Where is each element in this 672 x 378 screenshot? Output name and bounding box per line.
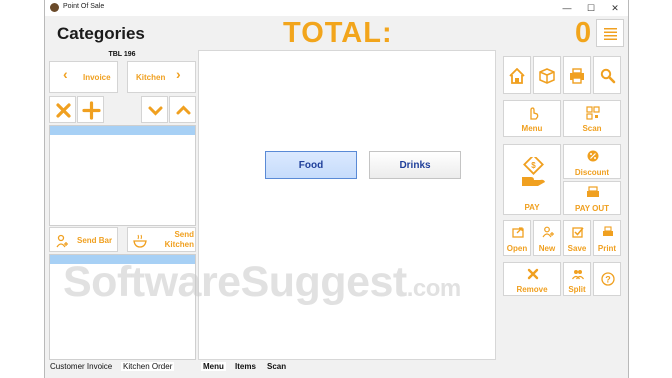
chevron-left-icon: ‹ (63, 66, 68, 82)
delete-item-button[interactable] (49, 96, 76, 123)
invoice-label: Invoice (83, 73, 111, 82)
pay-button[interactable]: $ PAY (503, 144, 561, 215)
app-icon (50, 3, 59, 12)
title-bar: Point Of Sale — ☐ ✕ (45, 0, 628, 17)
discount-percent-icon (587, 150, 599, 162)
print-button[interactable]: Print (593, 220, 621, 256)
scan-label: Scan (582, 124, 602, 133)
action-panel: Menu Scan $ PAY Discount PAY OUT Open Ne… (497, 50, 626, 350)
print-label: Print (597, 244, 617, 253)
order-tabs: Customer Invoice Kitchen Order (47, 362, 197, 374)
bar-person-icon (56, 234, 68, 248)
save-check-icon (572, 227, 584, 238)
pos-window: Point Of Sale — ☐ ✕ Categories TOTAL: 0 … (44, 0, 629, 378)
invoice-list[interactable] (49, 125, 196, 226)
total-label: TOTAL: (283, 17, 393, 49)
split-label: Split (568, 285, 586, 294)
svg-text:?: ? (605, 275, 611, 285)
touch-hand-icon (530, 107, 539, 120)
pay-out-button[interactable]: PAY OUT (563, 181, 621, 215)
window-title: Point Of Sale (63, 3, 105, 10)
scan-button[interactable]: Scan (563, 100, 621, 137)
pay-label: PAY (524, 203, 540, 212)
split-button[interactable]: Split (563, 262, 591, 296)
tab-menu[interactable]: Menu (201, 362, 226, 371)
new-label: New (538, 244, 556, 253)
minimize-button[interactable]: — (559, 2, 575, 14)
tab-items[interactable]: Items (235, 362, 256, 371)
menu-button[interactable]: Menu (503, 100, 561, 137)
category-food-button[interactable]: Food (265, 151, 357, 179)
split-people-icon (572, 270, 584, 280)
remove-x-icon (527, 268, 539, 280)
qr-code-icon (586, 106, 600, 120)
help-button[interactable]: ? (593, 262, 621, 296)
categories-title: Categories (57, 24, 145, 43)
printer-button[interactable] (563, 56, 591, 94)
maximize-button[interactable]: ☐ (583, 2, 599, 14)
chevron-right-icon: › (176, 66, 181, 82)
save-button[interactable]: Save (563, 220, 591, 256)
table-label: TBL 196 (108, 51, 136, 58)
tab-scan[interactable]: Scan (267, 362, 286, 371)
watermark: SoftwareSuggest.com (63, 258, 461, 307)
print-receipt-icon (603, 226, 613, 236)
move-up-button[interactable] (169, 96, 196, 123)
header: Categories TOTAL: 0 (45, 16, 628, 50)
svg-text:$: $ (531, 161, 536, 170)
remove-label: Remove (516, 285, 548, 294)
move-down-button[interactable] (141, 96, 168, 123)
save-label: Save (567, 244, 587, 253)
discount-label: Discount (574, 168, 610, 177)
send-bar-button[interactable]: Send Bar (49, 227, 118, 252)
send-kitchen-label: Send Kitchen (164, 230, 194, 249)
main-menu-button[interactable] (596, 19, 624, 47)
watermark-suffix: .com (406, 275, 462, 302)
close-button[interactable]: ✕ (607, 2, 623, 14)
chevron-down-icon (148, 106, 163, 116)
pay-hand-money-icon: $ (522, 157, 545, 186)
order-panel: TBL 196 ‹ Invoice Kitchen › Send Bar Sen… (47, 50, 197, 376)
home-icon (509, 68, 525, 84)
discount-button[interactable]: Discount (563, 144, 621, 179)
chevron-up-icon (176, 105, 191, 115)
open-label: Open (506, 244, 528, 253)
open-folder-icon (512, 227, 524, 238)
watermark-text: SoftwareSuggest (63, 258, 407, 306)
open-button[interactable]: Open (503, 220, 531, 256)
plus-icon (82, 101, 101, 120)
send-bar-label: Send Bar (77, 236, 113, 245)
box-icon (539, 68, 555, 84)
search-button[interactable] (593, 56, 621, 94)
tab-customer-invoice[interactable]: Customer Invoice (50, 362, 112, 371)
printer-icon (570, 68, 584, 84)
cooking-pot-icon (133, 234, 147, 248)
center-tabs: Menu Items Scan (198, 360, 496, 376)
pay-out-label: PAY OUT (574, 204, 610, 213)
total-value: 0 (575, 17, 592, 49)
help-question-icon: ? (601, 272, 615, 286)
kitchen-label: Kitchen (136, 73, 166, 82)
menu-label: Menu (521, 124, 543, 133)
tab-kitchen-order[interactable]: Kitchen Order (121, 362, 175, 371)
selected-row[interactable] (50, 126, 195, 135)
cash-register-icon (587, 186, 599, 197)
hamburger-icon (604, 28, 617, 40)
products-button[interactable] (533, 56, 561, 94)
new-user-icon (542, 226, 554, 238)
send-kitchen-button[interactable]: Send Kitchen (127, 227, 196, 252)
home-button[interactable] (503, 56, 531, 94)
category-area: Food Drinks (198, 50, 496, 360)
invoice-button[interactable]: ‹ Invoice (49, 61, 118, 93)
remove-button[interactable]: Remove (503, 262, 561, 296)
kitchen-button[interactable]: Kitchen › (127, 61, 196, 93)
add-item-button[interactable] (77, 96, 104, 123)
close-x-icon (56, 103, 71, 118)
category-drinks-button[interactable]: Drinks (369, 151, 461, 179)
search-icon (600, 68, 616, 84)
new-button[interactable]: New (533, 220, 561, 256)
